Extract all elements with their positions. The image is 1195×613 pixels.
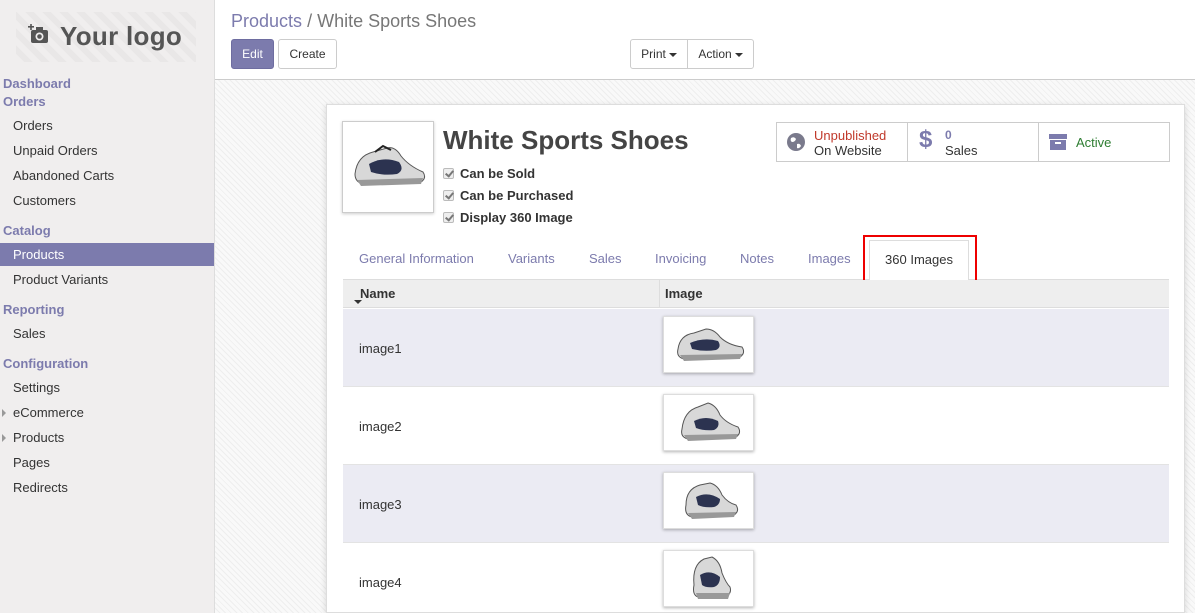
breadcrumb-separator: /	[307, 11, 313, 31]
sidebar-item-unpaid-orders[interactable]: Unpaid Orders	[0, 139, 214, 162]
shoe-image	[677, 328, 745, 361]
sidebar-item-ecommerce[interactable]: eCommerce	[0, 401, 214, 424]
dollar-icon: $	[919, 126, 933, 153]
row-image[interactable]	[663, 472, 754, 529]
row-name: image1	[359, 341, 402, 356]
shoe-image	[354, 144, 426, 186]
checkbox-label: Can be Sold	[460, 166, 536, 181]
table-row[interactable]: image3	[343, 465, 1169, 543]
sales-count: 0	[945, 128, 952, 142]
caret-right-icon	[2, 409, 6, 417]
column-separator	[659, 280, 660, 308]
display-360-image-checkbox[interactable]: Display 360 Image	[443, 210, 573, 225]
breadcrumb-products-link[interactable]: Products	[231, 11, 302, 31]
sidebar-item-settings[interactable]: Settings	[0, 376, 214, 399]
sidebar-item-customers[interactable]: Customers	[0, 189, 214, 212]
checkbox-label: Can be Purchased	[460, 188, 574, 203]
tab-invoicing[interactable]: Invoicing	[655, 240, 706, 280]
website-status: Unpublished	[814, 128, 887, 143]
row-image[interactable]	[663, 394, 754, 451]
control-panel: Products / White Sports Shoes Edit Creat…	[215, 0, 1195, 80]
tab-sales[interactable]: Sales	[589, 240, 622, 280]
sidebar-section-catalog[interactable]: Catalog	[3, 223, 51, 238]
breadcrumb-current: White Sports Shoes	[317, 11, 477, 31]
shoe-image	[681, 402, 741, 441]
breadcrumb: Products / White Sports Shoes	[231, 11, 476, 32]
sidebar-section-reporting[interactable]: Reporting	[3, 302, 64, 317]
checkbox-icon	[443, 212, 454, 223]
logo-text: Your logo	[60, 21, 183, 51]
shoe-image	[685, 482, 739, 519]
caret-down-icon	[734, 52, 743, 57]
sidebar-section-orders[interactable]: Orders	[3, 94, 46, 109]
highlight-box	[863, 235, 977, 284]
archive-icon	[1049, 134, 1067, 150]
sidebar-section-dashboard[interactable]: Dashboard	[3, 76, 71, 91]
sales-label: Sales	[945, 143, 978, 158]
sidebar-item-orders[interactable]: Orders	[0, 114, 214, 137]
sidebar-item-redirects[interactable]: Redirects	[0, 476, 214, 499]
sidebar-item-abandoned-carts[interactable]: Abandoned Carts	[0, 164, 214, 187]
website-label: On Website	[814, 143, 882, 158]
checkbox-label: Display 360 Image	[460, 210, 573, 225]
row-image[interactable]	[663, 316, 754, 373]
sidebar-item-product-variants[interactable]: Product Variants	[0, 268, 214, 291]
action-label: Action	[698, 47, 732, 61]
caret-right-icon	[2, 434, 6, 442]
company-logo[interactable]: Your logo	[16, 12, 196, 62]
print-label: Print	[641, 47, 666, 61]
sidebar-item-config-products[interactable]: Products	[0, 426, 214, 449]
tab-images[interactable]: Images	[808, 240, 851, 280]
tab-notes[interactable]: Notes	[740, 240, 774, 280]
sidebar-item-sales[interactable]: Sales	[0, 322, 214, 345]
edit-button[interactable]: Edit	[231, 39, 274, 69]
sales-stat-button[interactable]: $ 0 Sales	[907, 122, 1039, 162]
print-dropdown[interactable]: Print	[630, 39, 688, 69]
active-label: Active	[1076, 135, 1112, 150]
column-header-image[interactable]: Image	[665, 286, 703, 301]
notebook-tabs: General Information Variants Sales Invoi…	[343, 240, 1169, 281]
sidebar-item-products[interactable]: Products	[0, 243, 214, 266]
row-name: image4	[359, 575, 402, 590]
product-image[interactable]	[342, 121, 434, 213]
table-row[interactable]: image2	[343, 387, 1169, 465]
action-dropdown[interactable]: Action	[687, 39, 754, 69]
tab-variants[interactable]: Variants	[508, 240, 555, 280]
sidebar-section-configuration[interactable]: Configuration	[3, 356, 88, 371]
create-button[interactable]: Create	[278, 39, 337, 69]
checkbox-icon	[443, 190, 454, 201]
table-header: Name Image	[343, 280, 1169, 308]
row-name: image3	[359, 497, 402, 512]
tab-general-information[interactable]: General Information	[359, 240, 474, 280]
sidebar-item-label: eCommerce	[13, 405, 84, 420]
sidebar-item-pages[interactable]: Pages	[0, 451, 214, 474]
active-toggle-button[interactable]: Active	[1038, 122, 1170, 162]
table-row[interactable]: image4	[343, 543, 1169, 613]
row-name: image2	[359, 419, 402, 434]
column-header-name[interactable]: Name	[360, 286, 395, 301]
can-be-sold-checkbox[interactable]: Can be Sold	[443, 166, 535, 181]
caret-down-icon	[668, 52, 677, 57]
shoe-image	[693, 556, 731, 599]
can-be-purchased-checkbox[interactable]: Can be Purchased	[443, 188, 573, 203]
sidebar: Your logo Dashboard Orders Orders Unpaid…	[0, 0, 215, 613]
camera-icon	[28, 24, 48, 43]
globe-icon	[787, 133, 805, 151]
table-row[interactable]: image1	[343, 309, 1169, 387]
product-name: White Sports Shoes	[443, 125, 689, 155]
sidebar-item-label: Products	[13, 430, 65, 445]
checkbox-icon	[443, 168, 454, 179]
row-image[interactable]	[663, 550, 754, 607]
website-publish-button[interactable]: Unpublished On Website	[776, 122, 908, 162]
